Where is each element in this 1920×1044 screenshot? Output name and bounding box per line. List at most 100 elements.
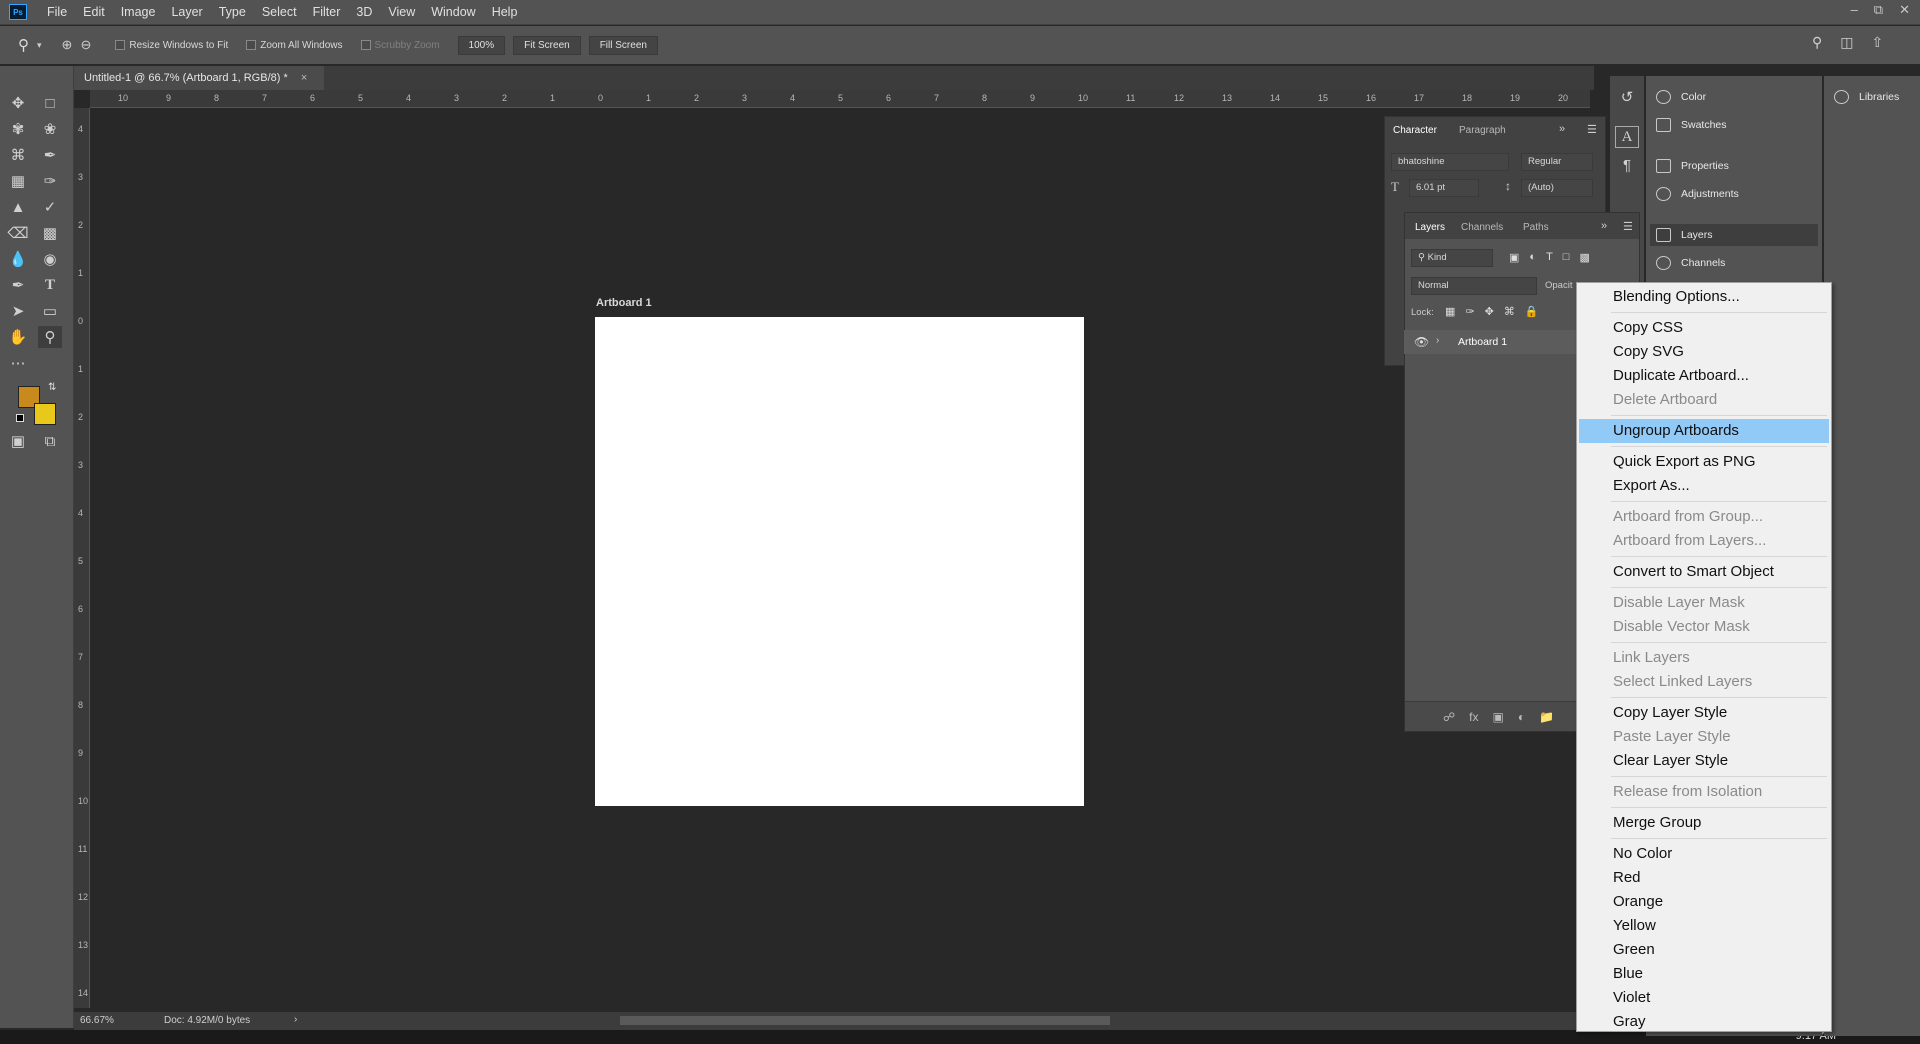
background-color-swatch[interactable] xyxy=(34,403,56,425)
fit-screen-button[interactable]: Fit Screen xyxy=(513,35,581,55)
adjustment-filter-icon[interactable]: ◐ xyxy=(1529,251,1536,264)
move-tool-icon[interactable]: ✥ xyxy=(6,92,30,114)
lock-pixels-icon[interactable]: ✑ xyxy=(1465,305,1474,318)
link-layers-icon[interactable]: ☍ xyxy=(1443,710,1455,731)
menu-view[interactable]: View xyxy=(380,5,423,19)
lock-transparent-icon[interactable]: ▦ xyxy=(1445,305,1455,318)
tab-paths[interactable]: Paths xyxy=(1523,222,1549,233)
paragraph-panel-icon[interactable]: ¶ xyxy=(1615,154,1639,176)
menu-image[interactable]: Image xyxy=(113,5,164,19)
brush-tool-icon[interactable]: ✑ xyxy=(38,170,62,192)
tab-layers[interactable]: Layers xyxy=(1415,222,1445,233)
context-menu-item[interactable]: No Color xyxy=(1577,842,1831,866)
visibility-eye-icon[interactable]: 👁 xyxy=(1414,335,1429,349)
blur-tool-icon[interactable]: 💧 xyxy=(6,248,30,270)
more-tools-icon[interactable]: ⋯ xyxy=(6,352,30,374)
zoom-out-icon[interactable]: ⊖ xyxy=(80,37,91,53)
blend-mode-select[interactable]: Normal xyxy=(1411,277,1537,295)
menu-window[interactable]: Window xyxy=(423,5,483,19)
stamp-tool-icon[interactable]: ▲ xyxy=(6,196,30,218)
frame-tool-icon[interactable]: ▦ xyxy=(6,170,30,192)
zoom-tool-active-icon[interactable]: ⚲ xyxy=(38,326,62,348)
history-brush-tool-icon[interactable]: ✓ xyxy=(38,196,62,218)
close-tab-icon[interactable]: × xyxy=(301,72,307,84)
dock-item-swatches[interactable]: Swatches xyxy=(1656,114,1727,136)
lock-artboard-icon[interactable]: ⌘ xyxy=(1504,305,1515,318)
lock-position-icon[interactable]: ✥ xyxy=(1485,305,1494,318)
smart-filter-icon[interactable]: ▩ xyxy=(1579,251,1589,264)
shape-filter-icon[interactable]: □ xyxy=(1563,251,1570,264)
layers-menu-icon[interactable]: ☰ xyxy=(1623,220,1633,233)
font-size-input[interactable]: 6.01 pt xyxy=(1409,179,1479,197)
add-mask-icon[interactable]: ▣ xyxy=(1493,710,1504,731)
context-menu-item[interactable]: Yellow xyxy=(1577,914,1831,938)
resize-windows-checkbox[interactable]: Resize Windows to Fit xyxy=(115,40,228,51)
menu-edit[interactable]: Edit xyxy=(75,5,113,19)
quick-select-tool-icon[interactable]: ❀ xyxy=(38,118,62,140)
tab-character[interactable]: Character xyxy=(1393,125,1437,136)
lasso-tool-icon[interactable]: ✾ xyxy=(6,118,30,140)
menu-filter[interactable]: Filter xyxy=(305,5,349,19)
context-menu-item[interactable]: Copy CSS xyxy=(1577,316,1831,340)
document-tab[interactable]: Untitled-1 @ 66.7% (Artboard 1, RGB/8) *… xyxy=(74,66,324,90)
hand-tool-icon[interactable]: ✋ xyxy=(6,326,30,348)
context-menu-item[interactable]: Blending Options... xyxy=(1577,285,1831,309)
context-menu-item[interactable]: Violet xyxy=(1577,986,1831,1010)
swap-colors-icon[interactable]: ⇅ xyxy=(48,382,56,393)
tab-paragraph[interactable]: Paragraph xyxy=(1459,125,1506,136)
context-menu-item[interactable]: Red xyxy=(1577,866,1831,890)
zoom-in-icon[interactable]: ⊕ xyxy=(62,37,73,53)
menu-select[interactable]: Select xyxy=(254,5,305,19)
context-menu-item[interactable]: Duplicate Artboard... xyxy=(1577,364,1831,388)
screen-mode-icon[interactable]: ⧉ xyxy=(38,430,62,452)
context-menu-item[interactable]: Merge Group xyxy=(1577,811,1831,835)
quick-mask-icon[interactable]: ▣ xyxy=(6,430,30,452)
zoom-all-windows-checkbox[interactable]: Zoom All Windows xyxy=(246,40,343,51)
rectangle-tool-icon[interactable]: ▭ xyxy=(38,300,62,322)
context-menu-item[interactable]: Clear Layer Style xyxy=(1577,749,1831,773)
dock-item-libraries[interactable]: Libraries xyxy=(1834,86,1899,108)
type-tool-icon[interactable]: T xyxy=(38,274,62,296)
horizontal-scrollbar[interactable] xyxy=(620,1016,1110,1025)
pixel-filter-icon[interactable]: ▣ xyxy=(1509,251,1519,264)
zoom-tool-icon[interactable]: ⚲ xyxy=(18,36,29,54)
context-menu-item[interactable]: Convert to Smart Object xyxy=(1577,560,1831,584)
scrubby-zoom-checkbox[interactable]: Scrubby Zoom xyxy=(360,40,440,51)
search-icon[interactable]: ⚲ xyxy=(1812,34,1822,51)
dodge-tool-icon[interactable]: ◉ xyxy=(38,248,62,270)
panel-collapse-icon[interactable]: » xyxy=(1559,123,1565,135)
menu-type[interactable]: Type xyxy=(211,5,254,19)
context-menu-item[interactable]: Quick Export as PNG xyxy=(1577,450,1831,474)
context-menu-item[interactable]: Green xyxy=(1577,938,1831,962)
minimize-icon[interactable]: – xyxy=(1851,2,1858,18)
menu-help[interactable]: Help xyxy=(484,5,526,19)
context-menu-item[interactable]: Copy Layer Style xyxy=(1577,701,1831,725)
context-menu-item[interactable]: Blue xyxy=(1577,962,1831,986)
menu-file[interactable]: File xyxy=(39,5,75,19)
new-group-icon[interactable]: 📁 xyxy=(1539,710,1554,731)
layer-filter-kind[interactable]: ⚲ Kind xyxy=(1411,249,1493,267)
panel-menu-icon[interactable]: ☰ xyxy=(1587,123,1597,136)
fill-screen-button[interactable]: Fill Screen xyxy=(588,35,658,55)
status-arrow-icon[interactable]: › xyxy=(294,1014,297,1025)
menu-3d[interactable]: 3D xyxy=(348,5,380,19)
pen-tool-icon[interactable]: ✒ xyxy=(6,274,30,296)
context-menu-item[interactable]: Copy SVG xyxy=(1577,340,1831,364)
dock-item-layers[interactable]: Layers xyxy=(1650,224,1818,246)
expand-chevron-icon[interactable]: › xyxy=(1436,335,1439,346)
context-menu-item[interactable]: Export As... xyxy=(1577,474,1831,498)
close-icon[interactable]: ✕ xyxy=(1899,2,1910,18)
chevron-down-icon[interactable]: ▾ xyxy=(37,40,42,51)
context-menu-item[interactable]: Gray xyxy=(1577,1010,1831,1034)
leading-input[interactable]: (Auto) xyxy=(1521,179,1593,197)
workspace-icon[interactable]: ◫ xyxy=(1840,34,1853,51)
default-colors-icon[interactable] xyxy=(16,414,24,422)
restore-icon[interactable]: ⧉ xyxy=(1874,2,1883,18)
path-select-tool-icon[interactable]: ➤ xyxy=(6,300,30,322)
tab-channels[interactable]: Channels xyxy=(1461,222,1503,233)
context-menu-item[interactable]: Ungroup Artboards xyxy=(1579,419,1829,443)
character-panel-icon[interactable]: A xyxy=(1615,126,1639,148)
crop-tool-icon[interactable]: ⌘ xyxy=(6,144,30,166)
eyedropper-tool-icon[interactable]: ✒ xyxy=(38,144,62,166)
dock-item-properties[interactable]: Properties xyxy=(1656,155,1729,177)
